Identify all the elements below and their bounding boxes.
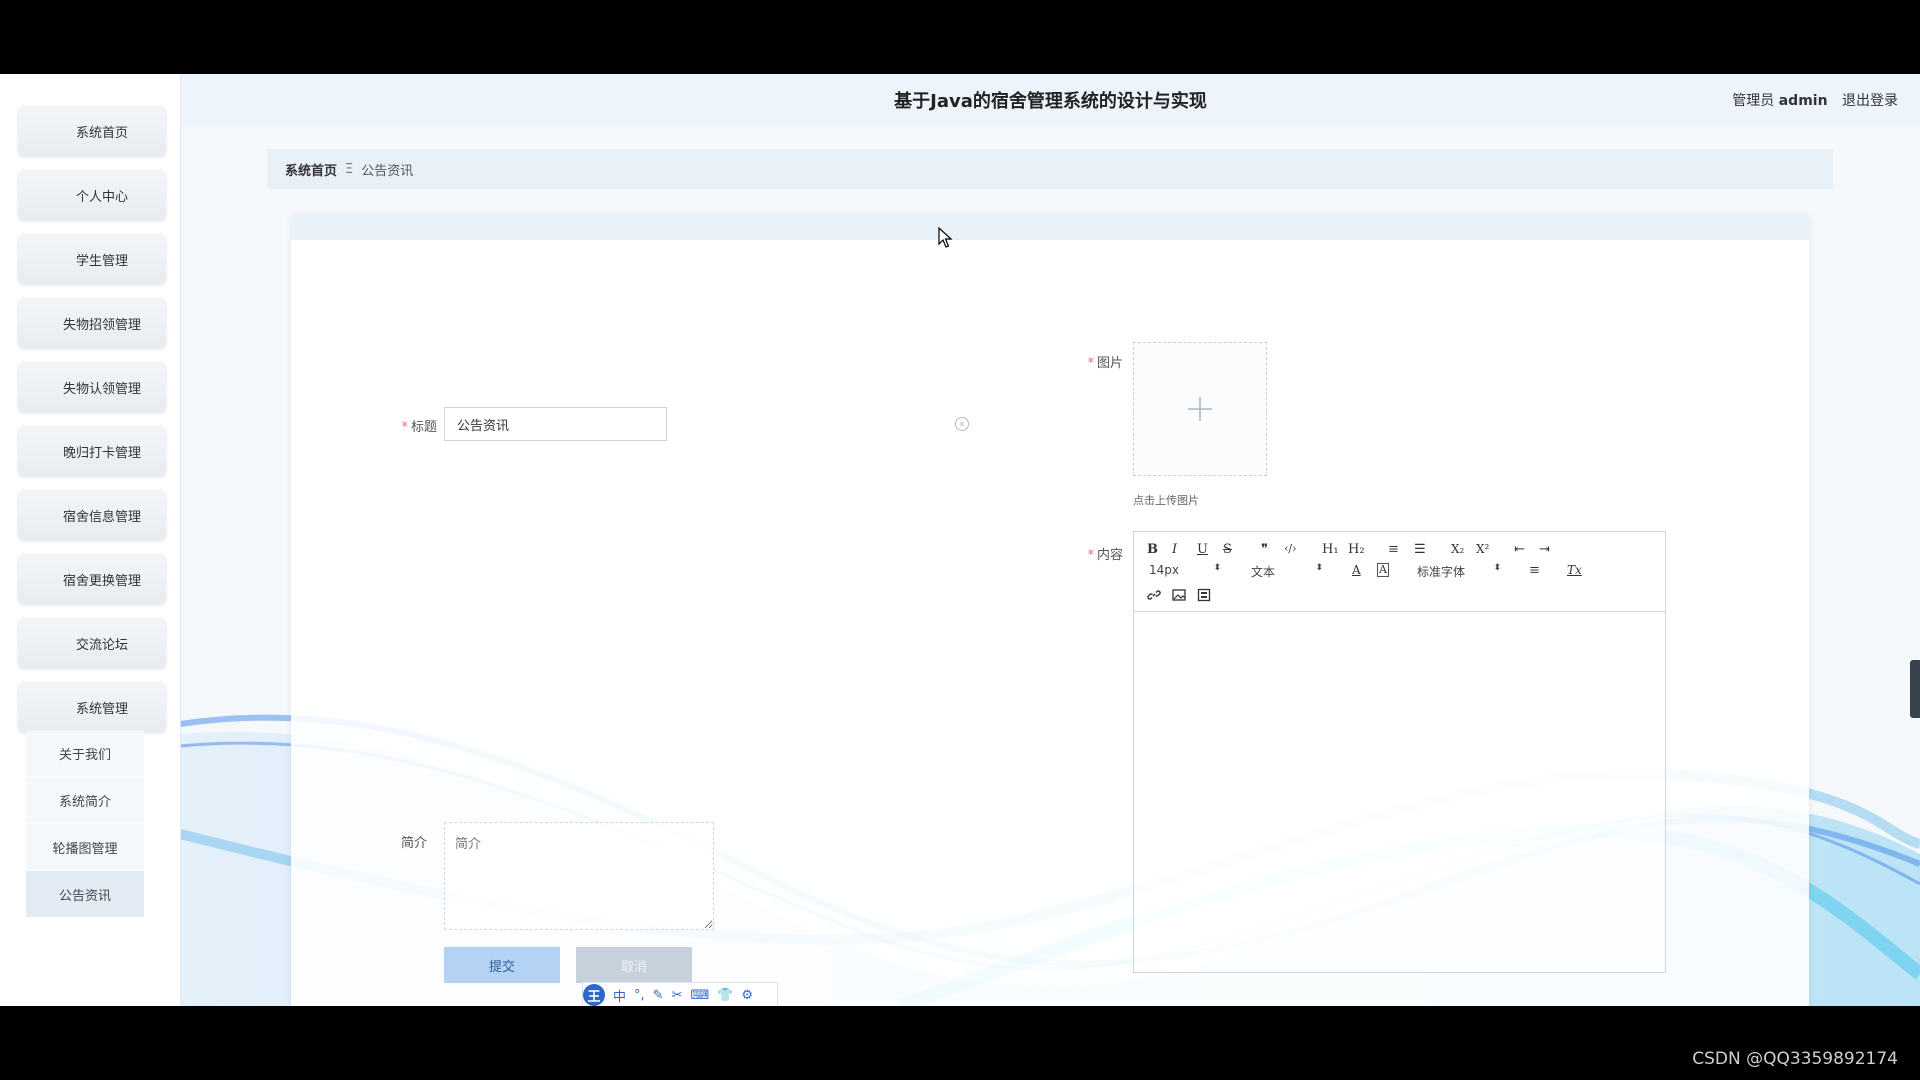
superscript-button[interactable]: X² <box>1476 542 1489 556</box>
logout-link[interactable]: 退出登录 <box>1842 93 1898 109</box>
sidebar-item-label: 系统管理 <box>75 701 128 717</box>
editor-toolbar: B I U S ❞ ‹/› H₁ H₂ ≡ ☰ X₂ X² ⇤ ⇥ 14px ⬍ <box>1134 532 1665 612</box>
mouse-cursor-icon <box>938 227 953 248</box>
app-title: 基于Java的宿舍管理系统的设计与实现 <box>894 91 1207 112</box>
strike-button[interactable]: S <box>1223 542 1232 557</box>
sidebar-item-label: 交流论坛 <box>75 637 128 653</box>
indent-button[interactable]: ⇥ <box>1539 542 1550 557</box>
italic-button[interactable]: I <box>1172 542 1177 557</box>
system-submenu: 关于我们 系统简介 轮播图管理 公告资讯 <box>26 730 144 918</box>
submenu-item-intro[interactable]: 系统简介 <box>26 777 144 824</box>
clean-format-button[interactable]: Tx <box>1567 563 1582 577</box>
font-family-select[interactable]: 标准字体 ⬍ <box>1417 563 1501 579</box>
card-header <box>291 214 1809 240</box>
user-name: admin <box>1778 93 1828 109</box>
rich-text-editor: B I U S ❞ ‹/› H₁ H₂ ≡ ☰ X₂ X² ⇤ ⇥ 14px ⬍ <box>1133 531 1666 973</box>
sidebar-item-label: 学生管理 <box>75 253 128 269</box>
sidebar-item-system[interactable]: 系统管理 <box>18 682 166 732</box>
block-format-value: 文本 <box>1251 565 1276 579</box>
pen-icon[interactable]: ✎ <box>653 988 664 1003</box>
code-button[interactable]: ‹/› <box>1284 542 1297 555</box>
h1-button[interactable]: H₁ <box>1322 542 1339 557</box>
watermark-text: CSDN @QQ3359892174 <box>1692 1049 1898 1069</box>
top-header: 基于Java的宿舍管理系统的设计与实现 管理员 admin 退出登录 <box>181 74 1920 126</box>
select-arrow-icon: ⬍ <box>1315 563 1323 573</box>
sidebar-item-home[interactable]: 系统首页 <box>18 106 166 156</box>
breadcrumb-separator: Ξ <box>345 161 354 177</box>
image-label: * 图片 <box>1087 356 1123 371</box>
clear-icon[interactable]: ✕ <box>955 417 969 431</box>
font-size-select[interactable]: 14px ⬍ <box>1149 563 1221 579</box>
subscript-button[interactable]: X₂ <box>1451 542 1464 556</box>
sidebar: 系统首页 个人中心 学生管理 失物招领管理 失物认领管理 晚归打卡管理 宿舍信息… <box>0 74 181 1006</box>
sidebar-item-label: 个人中心 <box>75 189 128 205</box>
summary-textarea[interactable] <box>444 822 714 930</box>
link-icon[interactable] <box>1147 588 1161 602</box>
sidebar-item-label: 失物招领管理 <box>62 317 141 333</box>
breadcrumb: 系统首页 Ξ 公告资讯 <box>267 149 1833 189</box>
upload-hint: 点击上传图片 <box>1133 494 1199 507</box>
punctuation-icon[interactable]: °, <box>634 988 645 1003</box>
form-card: *标题 ✕ *图片 点击上传图片 *内容 B I U S ❞ ‹/› H₁ H₂ <box>291 214 1809 1006</box>
cancel-button[interactable]: 取消 <box>576 947 692 983</box>
background-color-button[interactable]: A <box>1377 563 1389 577</box>
submenu-item-about[interactable]: 关于我们 <box>26 730 144 777</box>
select-arrow-icon: ⬍ <box>1493 563 1501 573</box>
breadcrumb-home[interactable]: 系统首页 <box>285 160 337 179</box>
underline-button[interactable]: U <box>1197 542 1208 557</box>
title-input[interactable] <box>444 407 667 441</box>
keyboard-icon[interactable]: ⌨ <box>690 988 709 1003</box>
side-panel-handle[interactable] <box>1910 660 1920 718</box>
scissors-icon[interactable]: ✂ <box>672 988 683 1003</box>
sidebar-item-lost-claim[interactable]: 失物认领管理 <box>18 362 166 412</box>
breadcrumb-current: 公告资讯 <box>361 163 414 179</box>
font-color-button[interactable]: A <box>1352 563 1361 577</box>
sidebar-item-students[interactable]: 学生管理 <box>18 234 166 284</box>
align-button[interactable]: ≡ <box>1529 563 1540 578</box>
sidebar-item-lost-found[interactable]: 失物招领管理 <box>18 298 166 348</box>
sidebar-item-label: 宿舍更换管理 <box>62 573 141 589</box>
select-arrow-icon: ⬍ <box>1213 563 1221 573</box>
sidebar-item-label: 系统首页 <box>75 125 128 141</box>
summary-label: 简介 <box>400 836 427 851</box>
image-icon[interactable] <box>1172 588 1186 602</box>
app-screen: 基于Java的宿舍管理系统的设计与实现 管理员 admin 退出登录 系统首页 … <box>0 74 1920 1006</box>
video-icon[interactable] <box>1197 588 1211 602</box>
block-format-select[interactable]: 文本 ⬍ <box>1251 563 1323 579</box>
h2-button[interactable]: H₂ <box>1348 542 1365 557</box>
ordered-list-button[interactable]: ≡ <box>1388 542 1399 557</box>
skin-icon[interactable]: 👕 <box>717 988 733 1003</box>
plus-icon <box>1188 397 1212 421</box>
sidebar-item-late-checkin[interactable]: 晚归打卡管理 <box>18 426 166 476</box>
sidebar-item-profile[interactable]: 个人中心 <box>18 170 166 220</box>
ime-mode[interactable]: 中 <box>613 986 626 1005</box>
editor-content-area[interactable] <box>1134 612 1665 972</box>
sidebar-item-label: 失物认领管理 <box>62 381 141 397</box>
font-size-value: 14px <box>1149 563 1179 577</box>
bullet-list-button[interactable]: ☰ <box>1414 542 1426 557</box>
submenu-item-carousel[interactable]: 轮播图管理 <box>26 824 144 871</box>
submenu-item-news[interactable]: 公告资讯 <box>26 871 144 918</box>
bold-button[interactable]: B <box>1147 542 1158 557</box>
user-area: 管理员 admin 退出登录 <box>1732 90 1898 110</box>
sidebar-item-dorm-change[interactable]: 宿舍更换管理 <box>18 554 166 604</box>
ime-logo: 王 <box>583 984 605 1006</box>
user-role: 管理员 <box>1732 93 1775 109</box>
settings-gear-icon[interactable]: ⚙ <box>741 988 753 1003</box>
content-label: * 内容 <box>1087 548 1123 563</box>
sidebar-item-forum[interactable]: 交流论坛 <box>18 618 166 668</box>
title-label: * 标题 <box>401 420 437 435</box>
outdent-button[interactable]: ⇤ <box>1514 542 1525 557</box>
font-family-value: 标准字体 <box>1417 565 1466 579</box>
image-upload[interactable] <box>1133 342 1267 476</box>
sidebar-item-dorm-info[interactable]: 宿舍信息管理 <box>18 490 166 540</box>
sidebar-item-label: 宿舍信息管理 <box>62 509 141 525</box>
submit-button[interactable]: 提交 <box>444 947 560 983</box>
sidebar-item-label: 晚归打卡管理 <box>62 445 141 461</box>
quote-button[interactable]: ❞ <box>1261 542 1268 557</box>
ime-toolbar[interactable]: 王 中 °, ✎ ✂ ⌨ 👕 ⚙ <box>582 982 778 1006</box>
